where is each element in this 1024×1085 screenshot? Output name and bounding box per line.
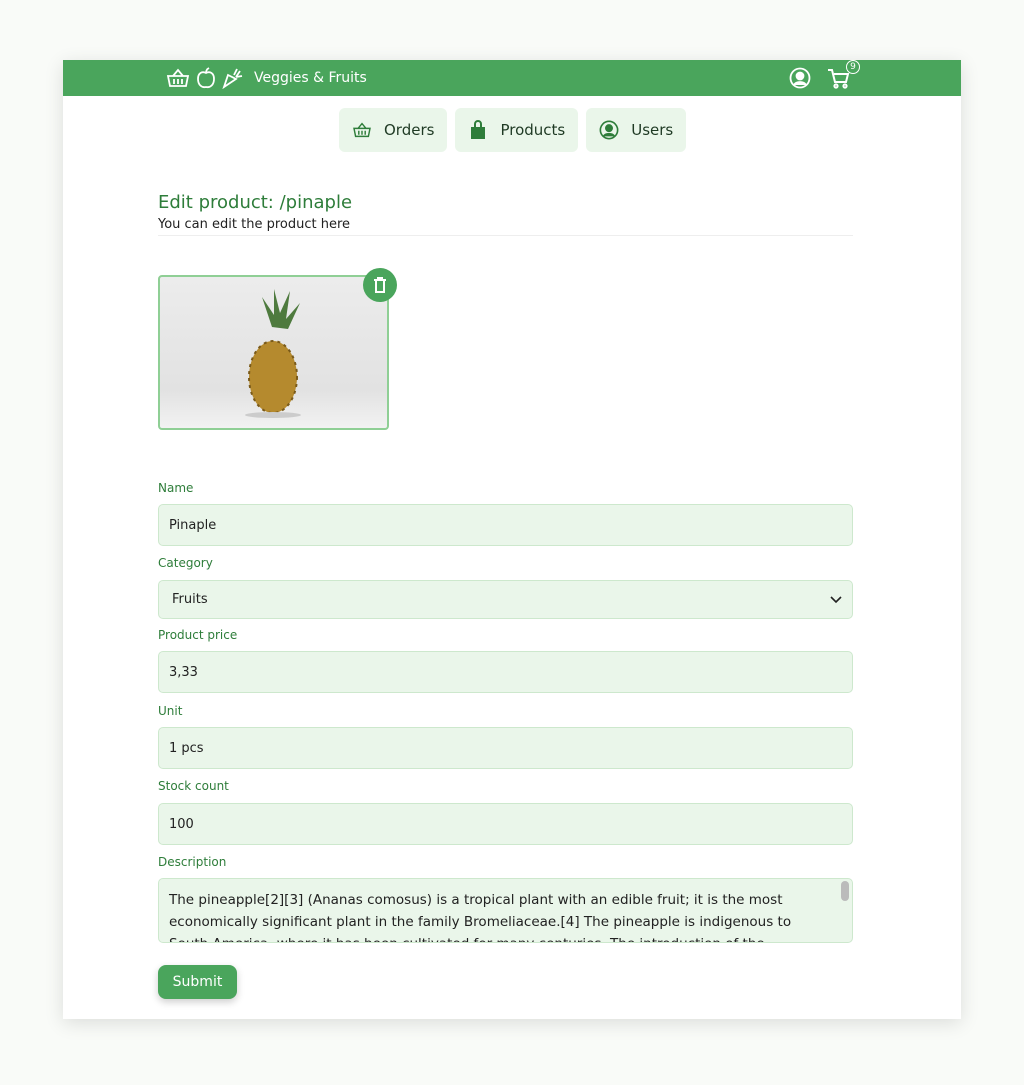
tab-label: Users: [631, 121, 674, 139]
price-input[interactable]: 3,33: [158, 651, 853, 693]
tab-label: Orders: [384, 121, 435, 139]
description-textarea[interactable]: The pineapple[2][3] (Ananas comosus) is …: [158, 878, 853, 943]
description-text: The pineapple[2][3] (Ananas comosus) is …: [169, 892, 792, 942]
app-title: Veggies & Fruits: [254, 70, 367, 86]
unit-label: Unit: [158, 704, 183, 718]
submit-button[interactable]: Submit: [158, 965, 237, 999]
category-select[interactable]: Fruits: [158, 580, 853, 619]
carrot-icon: [222, 67, 244, 89]
main-card: Veggies & Fruits 9 Orders Products Users…: [63, 60, 961, 1019]
user-account-icon[interactable]: [789, 67, 811, 89]
top-bar: Veggies & Fruits 9: [63, 60, 961, 96]
page-title: Edit product: /pinaple: [158, 192, 353, 213]
tab-products[interactable]: Products: [455, 108, 579, 152]
category-value: Fruits: [172, 592, 208, 607]
basket-icon: [166, 68, 190, 88]
name-input[interactable]: Pinaple: [158, 504, 853, 546]
chevron-down-icon: [830, 595, 842, 604]
cart-count-badge: 9: [846, 60, 860, 74]
price-label: Product price: [158, 628, 238, 642]
brand[interactable]: Veggies & Fruits: [166, 60, 367, 96]
stock-input[interactable]: 100: [158, 803, 853, 845]
page-subtitle: You can edit the product here: [158, 217, 351, 232]
delete-image-button[interactable]: [363, 268, 397, 302]
page-header: Edit product: /pinaple You can edit the …: [158, 192, 853, 236]
name-label: Name: [158, 481, 194, 495]
unit-input[interactable]: 1 pcs: [158, 727, 853, 769]
tab-users[interactable]: Users: [586, 108, 687, 152]
product-image: [158, 275, 389, 430]
cart-icon[interactable]: 9: [827, 60, 860, 89]
trash-icon: [373, 277, 387, 293]
category-label: Category: [158, 556, 213, 570]
apple-icon: [196, 67, 216, 89]
textarea-scrollbar[interactable]: [841, 881, 849, 901]
main-nav: Orders Products Users: [339, 108, 687, 152]
stock-label: Stock count: [158, 779, 229, 793]
pineapple-image: [245, 289, 301, 418]
tab-label: Products: [500, 121, 566, 139]
basket-icon: [352, 122, 372, 138]
tab-orders[interactable]: Orders: [339, 108, 448, 152]
user-circle-icon: [599, 120, 619, 140]
description-label: Description: [158, 855, 227, 869]
shopping-bag-icon: [468, 120, 488, 140]
